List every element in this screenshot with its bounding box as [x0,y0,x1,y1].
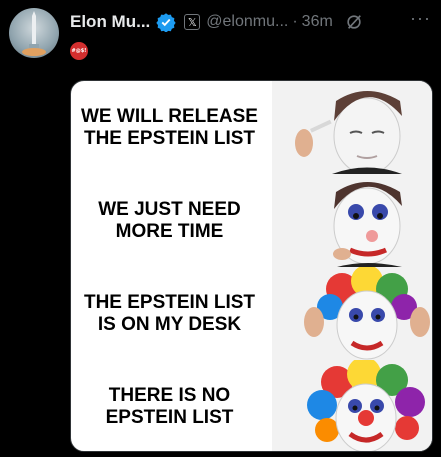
meme-image[interactable]: WE WILL RELEASE THE EPSTEIN LIST WE JUST… [70,80,433,452]
rocket-icon [22,11,46,56]
platform-badge: 𝕏 [184,14,201,30]
meme-caption: WE JUST NEED MORE TIME [98,198,241,242]
meme-caption: THERE IS NO EPSTEIN LIST [105,384,234,428]
post-header: Elon Mu... 𝕏 @elonmu... · 36m [70,10,441,34]
clown-face-stage1 [272,81,432,174]
verified-badge-icon [156,13,176,32]
display-name[interactable]: Elon Mu... [70,12,150,32]
meme-panel: WE WILL RELEASE THE EPSTEIN LIST [71,81,432,174]
meme-panel: THERE IS NO EPSTEIN LIST [71,360,432,451]
meme-panel: WE JUST NEED MORE TIME [71,174,432,267]
clown-face-stage2 [272,174,432,267]
author-avatar[interactable] [9,8,59,58]
meme-panel: THE EPSTEIN LIST IS ON MY DESK [71,267,432,360]
separator-dot: · [292,13,298,30]
post-time[interactable]: 36m [302,13,333,31]
meme-caption: WE WILL RELEASE THE EPSTEIN LIST [81,105,258,149]
grok-icon[interactable] [345,13,363,31]
more-options-icon[interactable]: ··· [410,8,431,29]
meme-caption: THE EPSTEIN LIST IS ON MY DESK [83,291,256,335]
user-handle[interactable]: @elonmu... [206,13,288,31]
angry-face-icon: #@$! [70,42,88,60]
clown-face-stage3 [272,267,432,360]
clown-face-stage4 [272,360,432,451]
